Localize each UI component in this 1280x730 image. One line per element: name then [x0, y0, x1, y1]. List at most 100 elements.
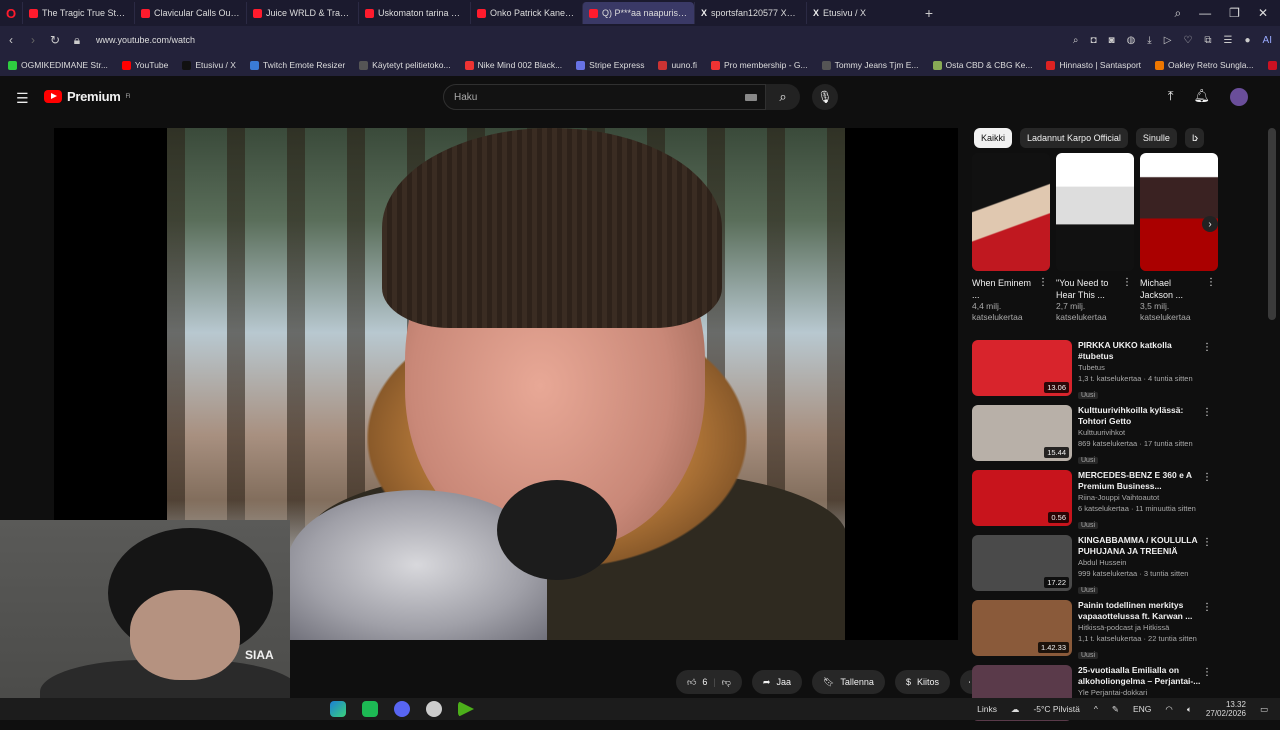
extensions-icon[interactable]: ⧉: [1204, 35, 1211, 46]
more-icon[interactable]: ⋮: [1038, 277, 1048, 289]
short-card[interactable]: "You Need to Hear This ... ⋮ 2,7 milj. kats…: [1056, 153, 1134, 323]
links-toolbar[interactable]: Links: [977, 704, 997, 714]
bookmark-item[interactable]: Oakley Retro Sungla...: [1155, 60, 1254, 70]
vpn-icon[interactable]: ◍: [1127, 35, 1136, 46]
camera-icon[interactable]: ◙: [1109, 35, 1115, 46]
more-icon[interactable]: ⋮: [1202, 472, 1212, 483]
new-tab-button[interactable]: +: [918, 5, 940, 21]
bookmark-item[interactable]: Hinnasto | Santasport: [1046, 60, 1141, 70]
bookmark-item[interactable]: YouTube: [121, 60, 168, 70]
hamburger-menu-icon[interactable]: ☰: [16, 90, 29, 107]
more-icon[interactable]: ⋮: [1202, 342, 1212, 353]
recommendation-item[interactable]: 17.22 KINGABBAMMA / KOULULLA PUHUJANA JA …: [972, 535, 1218, 600]
save-button[interactable]: 🔖︎ Tallenna: [811, 670, 885, 694]
shorts-next-button[interactable]: ›: [1202, 216, 1218, 232]
short-title[interactable]: "You Need to Hear This ... ⋮: [1056, 277, 1134, 301]
more-icon[interactable]: ⋮: [1122, 277, 1132, 289]
ai-icon[interactable]: AI: [1263, 35, 1272, 46]
bookmark-item[interactable]: uuno.fi: [658, 60, 697, 70]
filter-chip[interactable]: Sinulle: [1135, 128, 1177, 148]
thumbs-down-icon[interactable]: 👎︎: [722, 677, 731, 688]
bookmark-item[interactable]: Käytetyt pelitietoko...: [359, 60, 451, 70]
youtube-logo[interactable]: Premium FI: [44, 89, 131, 104]
recommendation-item[interactable]: 13.06 PIRKKA UKKO katkolla #tubetus Tubetu…: [972, 340, 1218, 405]
heart-icon[interactable]: ♡: [1183, 35, 1192, 46]
green-arrow-icon[interactable]: [458, 701, 474, 717]
bookmark-item[interactable]: Osta CBD & CBG Ke...: [932, 60, 1032, 70]
recommendation-item[interactable]: 1.42.33 Painin todellinen merkitys vapaao…: [972, 600, 1218, 665]
volume-icon[interactable]: 🔈︎: [1187, 704, 1192, 715]
zoom-icon[interactable]: ⌕: [1073, 35, 1079, 46]
short-thumbnail[interactable]: [972, 153, 1050, 271]
more-icon[interactable]: ⋮: [1202, 602, 1212, 613]
channel-name[interactable]: Riina-Jouppi Vaihtoautot: [1078, 492, 1202, 503]
more-icon[interactable]: ⋮: [1202, 537, 1212, 548]
like-button[interactable]: 👍︎ 6 | 👎︎: [676, 670, 742, 694]
profile-icon[interactable]: ●: [1245, 35, 1251, 46]
recommendation-title[interactable]: Painin todellinen merkitys vapaaotteluss…: [1078, 600, 1202, 622]
url-field[interactable]: www.youtube.com/watch: [96, 35, 195, 45]
browser-tab[interactable]: The Tragic True Story of Ju: [22, 2, 134, 24]
avatar[interactable]: [1230, 88, 1248, 106]
video-thumbnail[interactable]: 13.06: [972, 340, 1072, 396]
more-icon[interactable]: ⋮: [1206, 277, 1216, 289]
notifications-icon[interactable]: 🔔︎: [1193, 88, 1210, 106]
scrollbar[interactable]: [1268, 128, 1276, 320]
search-input[interactable]: Haku: [443, 84, 766, 110]
video-thumbnail[interactable]: 0.56: [972, 470, 1072, 526]
more-icon[interactable]: ⋮: [1202, 667, 1212, 678]
browser-tab[interactable]: X Etusivu / X: [806, 2, 918, 24]
channel-name[interactable]: Tubetus: [1078, 362, 1202, 373]
language-indicator[interactable]: ENG: [1133, 704, 1151, 714]
maximize-icon[interactable]: ❐: [1229, 6, 1240, 20]
reload-icon[interactable]: ↻: [44, 33, 66, 47]
search-tabs-icon[interactable]: ⌕: [1174, 6, 1181, 21]
channel-name[interactable]: Hitkissä-podcast ja Hitkissä: [1078, 622, 1202, 633]
recommendation-item[interactable]: 0.56 MERCEDES-BENZ E 360 e A Premium Busi…: [972, 470, 1218, 535]
back-icon[interactable]: ‹: [0, 33, 22, 47]
video-thumbnail[interactable]: 1.42.33: [972, 600, 1072, 656]
bookmark-item[interactable]: Nike Mind 002 Black...: [464, 60, 562, 70]
browser-tab[interactable]: Q) P***aa naapurissa | Kii: [582, 2, 694, 24]
recommendation-title[interactable]: KINGABBAMMA / KOULULLA PUHUJANA JA TREEN…: [1078, 535, 1202, 557]
minimize-icon[interactable]: —: [1199, 6, 1211, 20]
browser-tab[interactable]: Onko Patrick Kane kaikkin: [470, 2, 582, 24]
shield-app-icon[interactable]: [426, 701, 442, 717]
bookmark-item[interactable]: Etusivu / X: [182, 60, 236, 70]
notification-icon[interactable]: ▭: [1260, 704, 1268, 715]
voice-search-button[interactable]: 🎙︎: [812, 84, 838, 110]
menu-icon[interactable]: ☰: [1224, 35, 1233, 46]
channel-name[interactable]: Abdul Hussein: [1078, 557, 1202, 568]
opera-menu-icon[interactable]: O: [0, 0, 22, 26]
forward-icon[interactable]: ›: [22, 33, 44, 47]
short-thumbnail[interactable]: [1140, 153, 1218, 271]
play-icon[interactable]: ▷: [1164, 35, 1172, 46]
discord-icon[interactable]: [394, 701, 410, 717]
share-button[interactable]: ➦ Jaa: [751, 670, 802, 694]
browser-tab[interactable]: Juice WRLD & Travis Scott: [246, 2, 358, 24]
download-icon[interactable]: ⤓: [1147, 35, 1151, 46]
channel-name[interactable]: Yle Perjantai-dokkari: [1078, 687, 1202, 698]
chevron-right-icon[interactable]: ›: [1194, 130, 1198, 145]
edge-icon[interactable]: [330, 701, 346, 717]
recommendation-title[interactable]: Kulttuurivihkoilla kylässä: Tohtori Gett…: [1078, 405, 1202, 427]
channel-name[interactable]: Kulttuurivihkot: [1078, 427, 1202, 438]
search-button[interactable]: ⌕: [766, 84, 800, 110]
bookmark-item[interactable]: OGMIKEDIMANE Str...: [8, 60, 108, 70]
thanks-button[interactable]: $ Kiitos: [894, 670, 950, 694]
short-card[interactable]: When Eminem ... ⋮ 4,4 milj. katselukertaa: [972, 153, 1050, 323]
snapshot-icon[interactable]: ◘: [1090, 35, 1096, 46]
filter-chip[interactable]: Ladannut Karpo Official: [1020, 128, 1128, 148]
pen-icon[interactable]: ✎: [1112, 704, 1119, 715]
short-card[interactable]: Michael Jackson ... ⋮ 3,5 milj. katselukert…: [1140, 153, 1218, 323]
short-title[interactable]: When Eminem ... ⋮: [972, 277, 1050, 301]
bookmark-item[interactable]: Pro membership - G...: [710, 60, 808, 70]
short-thumbnail[interactable]: [1056, 153, 1134, 271]
keyboard-icon[interactable]: [745, 94, 757, 101]
browser-tab[interactable]: Clavicular Calls Out Larry: [134, 2, 246, 24]
weather-text[interactable]: -5°C Pilvistä: [1033, 704, 1079, 714]
more-icon[interactable]: ⋮: [1202, 407, 1212, 418]
bookmark-item[interactable]: Twitch Emote Resizer: [249, 60, 345, 70]
recommendation-title[interactable]: 25-vuotiaalla Emilialla on alkoholiongel…: [1078, 665, 1202, 687]
recommendation-title[interactable]: PIRKKA UKKO katkolla #tubetus: [1078, 340, 1202, 362]
